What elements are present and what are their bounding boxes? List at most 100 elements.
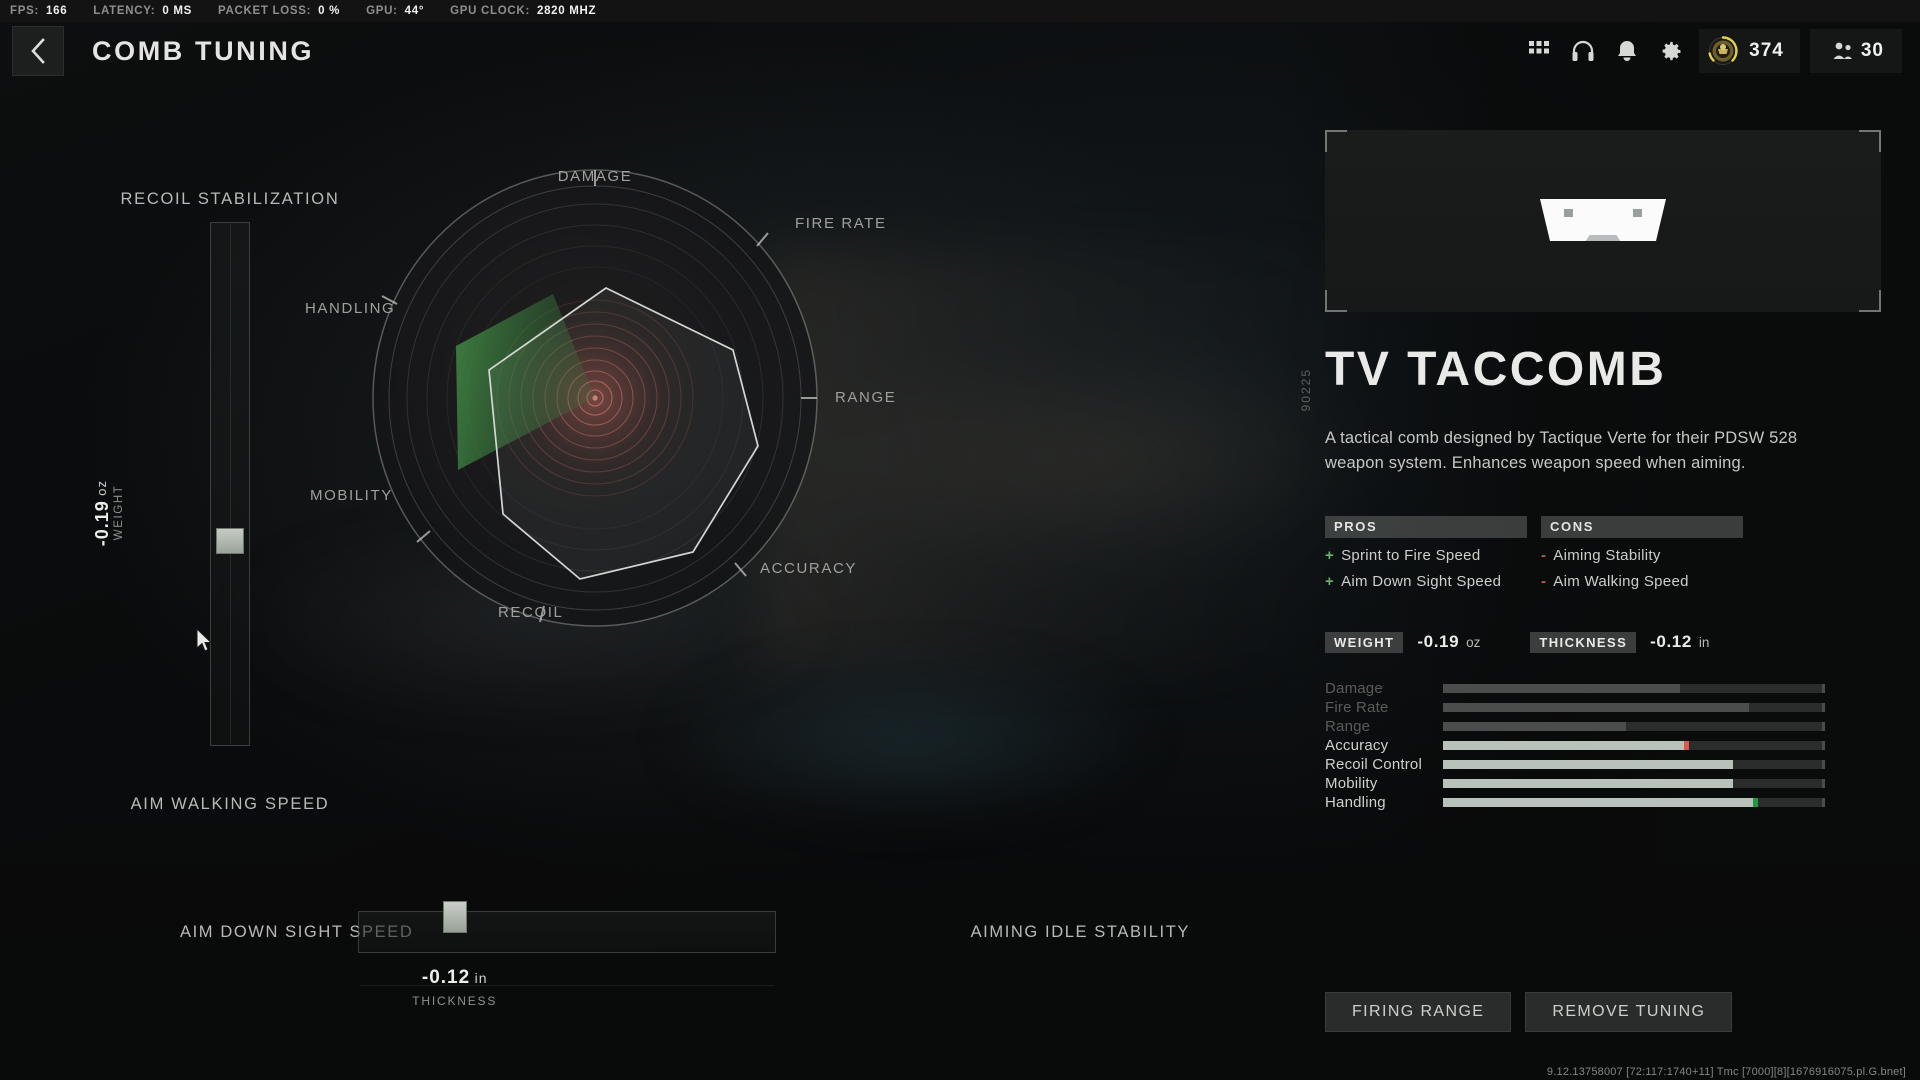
perf-value: 44° <box>404 5 425 17</box>
perf-stat-gpu-clock: GPU CLOCK: 2820 MHZ <box>450 5 596 17</box>
stat-bar-fill <box>1443 797 1757 807</box>
perf-value: 166 <box>46 5 68 17</box>
stat-bar-fill <box>1443 759 1734 769</box>
attachment-detail-panel: 90225 TV TACCOMB A tactical comb designe… <box>1299 130 1885 1060</box>
stat-bar-fill <box>1443 683 1680 693</box>
squad-chip[interactable]: 30 <box>1809 29 1902 73</box>
back-button[interactable] <box>12 26 64 76</box>
radar-axis-label-accuracy: ACCURACY <box>760 560 857 577</box>
vertical-slider-readout: -0.19 oz WEIGHT <box>92 480 125 546</box>
thickness-label: THICKNESS <box>1530 631 1637 653</box>
perf-value: 0 % <box>318 5 341 17</box>
attachment-name: TV TACCOMB <box>1325 343 1667 396</box>
rank-value: 374 <box>1749 40 1784 61</box>
headphones-icon[interactable] <box>1561 29 1605 73</box>
perf-label: GPU: <box>366 5 398 17</box>
pros-text: Sprint to Fire Speed <box>1341 546 1481 564</box>
stat-bar-fill <box>1443 778 1734 788</box>
stat-bar-end-cap <box>1822 683 1825 693</box>
weight-unit: oz <box>1466 634 1481 650</box>
stat-row: Recoil Control <box>1325 755 1825 774</box>
stat-bar-fill <box>1443 721 1627 731</box>
performance-bar: FPS: 166 LATENCY: 0 MS PACKET LOSS: 0 % … <box>0 0 1920 22</box>
squad-icon <box>1833 42 1852 59</box>
stat-row: Handling <box>1325 793 1825 812</box>
stat-bar-fill <box>1443 702 1749 712</box>
horizontal-slider-value: -0.12 <box>421 967 471 988</box>
stat-bar-end-cap <box>1822 797 1825 807</box>
preview-corner-bottom-right <box>1859 290 1881 312</box>
stat-bar-end-cap <box>1822 740 1825 750</box>
perf-stat-fps: FPS: 166 <box>10 5 67 17</box>
radar-axis-label-recoil: RECOIL <box>498 604 564 621</box>
cons-header: CONS <box>1541 515 1743 538</box>
cons-column: CONS - Aiming Stability - Aim Walking Sp… <box>1541 515 1743 590</box>
vertical-slider-value: -0.19 <box>92 500 112 547</box>
pros-sign: + <box>1325 546 1335 564</box>
horizontal-slider-unit: in <box>474 970 488 986</box>
preview-corner-bottom-left <box>1325 290 1347 312</box>
stat-bar-change-marker <box>1753 797 1759 807</box>
perf-label: LATENCY: <box>93 5 156 17</box>
weight-value: -0.19 <box>1417 632 1460 651</box>
vertical-slider-unit: oz <box>94 480 109 496</box>
chevron-left-icon <box>31 38 45 64</box>
radar-axis-label-fire-rate: FIRE RATE <box>795 215 887 232</box>
pros-text: Aim Down Sight Speed <box>1341 572 1502 590</box>
perf-value: 0 MS <box>162 5 192 17</box>
thickness-unit: in <box>1698 634 1710 650</box>
horizontal-slider-right-label: AIMING IDLE STABILITY <box>970 923 1190 941</box>
preview-corner-top-right <box>1859 130 1881 152</box>
attachment-description: A tactical comb designed by Tactique Ver… <box>1325 429 1798 472</box>
bell-icon[interactable] <box>1605 29 1649 73</box>
pros-item: + Sprint to Fire Speed <box>1325 547 1527 564</box>
stat-label: Damage <box>1325 679 1383 697</box>
stat-bar-end-cap <box>1822 721 1825 731</box>
remove-tuning-button[interactable]: REMOVE TUNING <box>1525 992 1733 1032</box>
pros-sign: + <box>1325 572 1335 590</box>
stat-bar-track <box>1443 721 1825 731</box>
vertical-slider-caption: WEIGHT <box>113 484 125 541</box>
stat-bar-change-marker <box>1684 740 1690 750</box>
stat-bar-track <box>1443 759 1825 769</box>
stat-bar-track <box>1443 683 1825 693</box>
stat-bar-end-cap <box>1822 778 1825 788</box>
cons-item: - Aiming Stability <box>1541 547 1743 564</box>
attachment-code: 90225 <box>1299 368 1313 412</box>
page-title: COMB TUNING <box>92 35 315 66</box>
rank-chip[interactable]: 374 <box>1699 29 1800 73</box>
stat-bars-list: Damage Fire Rate Range Accuracy Recoil Contr… <box>1325 679 1825 812</box>
stat-bar-track <box>1443 778 1825 788</box>
stat-label: Mobility <box>1325 774 1378 792</box>
stat-bar-end-cap <box>1822 759 1825 769</box>
cons-item: - Aim Walking Speed <box>1541 573 1743 590</box>
radar-axis-label-damage: DAMAGE <box>557 168 633 185</box>
perf-stat-gpu: GPU: 44° <box>366 5 424 17</box>
vertical-slider-top-label: RECOIL STABILIZATION <box>120 190 340 208</box>
stat-bar-end-cap <box>1822 702 1825 712</box>
perf-value: 2820 MHZ <box>536 5 597 17</box>
horizontal-slider-handle[interactable] <box>442 901 467 933</box>
grid-icon[interactable] <box>1517 29 1561 73</box>
stat-row: Accuracy <box>1325 736 1825 755</box>
stat-row: Mobility <box>1325 774 1825 793</box>
squad-value: 30 <box>1860 40 1884 61</box>
stat-row: Damage <box>1325 679 1825 698</box>
pros-column: PROS + Sprint to Fire Speed + Aim Down S… <box>1325 515 1527 590</box>
cons-text: Aiming Stability <box>1553 546 1661 564</box>
attachment-preview <box>1325 130 1881 312</box>
stat-bar-track <box>1443 740 1825 750</box>
horizontal-slider-caption: THICKNESS <box>412 994 498 1008</box>
cons-sign: - <box>1541 572 1547 590</box>
vertical-tuning-slider[interactable]: RECOIL STABILIZATION -0.19 oz WEIGHT AIM… <box>92 190 360 813</box>
stat-label: Handling <box>1325 793 1386 811</box>
firing-range-button[interactable]: FIRING RANGE <box>1325 992 1512 1032</box>
vertical-slider-guide <box>230 224 231 744</box>
action-button-row: FIRING RANGE REMOVE TUNING <box>1325 992 1733 1032</box>
horizontal-slider-track[interactable] <box>358 911 776 953</box>
gear-icon[interactable] <box>1649 29 1693 73</box>
attachment-title-row: 90225 TV TACCOMB <box>1299 343 1885 412</box>
stat-bar-fill <box>1443 740 1688 750</box>
horizontal-tuning-slider[interactable]: AIM DOWN SIGHT SPEED -0.12 in THICKNESS … <box>180 901 1190 1065</box>
vertical-slider-handle[interactable] <box>216 528 244 555</box>
